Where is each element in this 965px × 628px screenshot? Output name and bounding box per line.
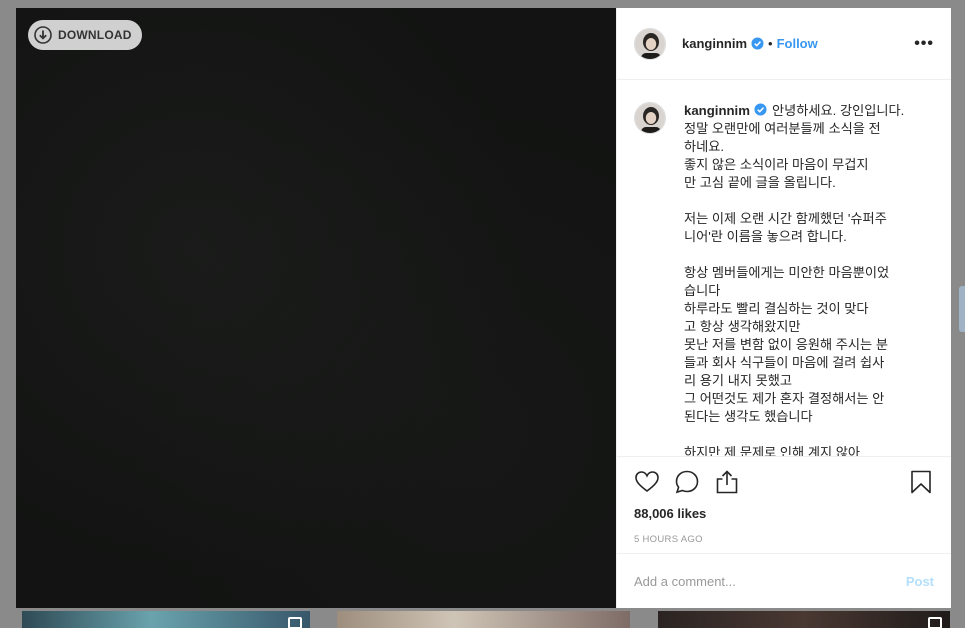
caption-line: 니어'란 이름을 놓으려 합니다.	[684, 229, 847, 244]
post-actions: 88,006 likes 5 HOURS AGO	[617, 456, 951, 545]
post-comment-button[interactable]: Post	[906, 574, 934, 589]
action-icons	[634, 459, 934, 505]
caption-line: 좋지 않은 소식이라 마음이 무겁지	[684, 157, 869, 172]
caption-line: 안녕하세요. 강인입니다.	[771, 103, 905, 118]
header-user-info: kanginnim • Follow	[682, 36, 914, 51]
avatar-image	[635, 103, 665, 133]
caption-username[interactable]: kanginnim	[684, 103, 750, 118]
follow-button[interactable]: Follow	[777, 36, 818, 51]
video-icon	[928, 617, 942, 628]
caption-line: 들과 회사 식구들이 마음에 걸려 쉽사	[684, 355, 885, 370]
more-icon[interactable]: •••	[914, 35, 934, 53]
caption-gap	[684, 246, 924, 264]
avatar-image	[635, 28, 665, 59]
post-sidebar: kanginnim • Follow ••• kanginnim 안녕하세요. …	[616, 8, 951, 608]
caption-line: 만 고심 끝에 글을 올립니다.	[684, 175, 836, 190]
verified-badge-icon	[754, 103, 767, 116]
verified-badge-icon	[751, 37, 764, 50]
caption-first-line: kanginnim 안녕하세요. 강인입니다.	[684, 102, 924, 120]
caption-line: 그 어떤것도 제가 혼자 결정해서는 안	[684, 391, 885, 406]
caption-line: 된다는 생각도 했습니다	[684, 409, 813, 424]
post-timestamp[interactable]: 5 HOURS AGO	[634, 534, 934, 545]
caption-line: 하루라도 빨리 결심하는 것이 맞다	[684, 301, 869, 316]
download-label: DOWNLOAD	[58, 28, 132, 42]
comment-form: Post	[617, 553, 951, 608]
caption-line: 정말 오랜만에 여러분들께 소식을 전	[684, 121, 881, 136]
caption-line: 하지만 제 문제로 인해 계지 않아	[684, 445, 861, 456]
video-icon	[288, 617, 302, 628]
background-thumbnail[interactable]	[337, 611, 630, 628]
download-button[interactable]: DOWNLOAD	[28, 20, 142, 50]
bookmark-icon[interactable]	[908, 469, 934, 495]
caption-line: 습니다	[684, 283, 721, 298]
caption-line: 저는 이제 오랜 시간 함께했던 '슈퍼주	[684, 211, 887, 226]
caption-line: 고 항상 생각해왔지만	[684, 319, 801, 334]
username-link[interactable]: kanginnim	[682, 36, 747, 51]
caption-line: 항상 멤버들에게는 미안한 마음뿐이었	[684, 265, 890, 280]
avatar[interactable]	[634, 27, 666, 60]
caption-gap	[684, 426, 924, 444]
background-thumbnail[interactable]	[22, 611, 310, 628]
caption-area[interactable]: kanginnim 안녕하세요. 강인입니다. 정말 오랜만에 여러분들께 소식을…	[617, 80, 951, 456]
post-media[interactable]: DOWNLOAD	[16, 8, 616, 608]
background-thumbnail[interactable]	[658, 611, 950, 628]
separator-dot: •	[768, 36, 773, 51]
caption-line: 리 용기 내지 못했고	[684, 373, 793, 388]
post-header: kanginnim • Follow •••	[617, 8, 951, 80]
caption-line: 못난 저를 변함 없이 응원해 주시는 분	[684, 337, 888, 352]
post-modal: DOWNLOAD kanginnim • Follow ••• kanginni…	[16, 8, 951, 608]
comment-input[interactable]	[634, 573, 906, 589]
media-image	[16, 8, 616, 608]
comment-icon[interactable]	[674, 469, 700, 495]
next-arrow-edge[interactable]	[959, 286, 965, 332]
likes-count[interactable]: 88,006 likes	[634, 506, 934, 521]
download-icon	[34, 26, 52, 44]
heart-icon[interactable]	[634, 469, 660, 495]
share-icon[interactable]	[714, 469, 740, 495]
caption-text: kanginnim 안녕하세요. 강인입니다. 정말 오랜만에 여러분들께 소식을…	[684, 102, 924, 456]
caption-gap	[684, 192, 924, 210]
caption-line: 하네요.	[684, 139, 725, 154]
caption-avatar[interactable]	[634, 102, 666, 134]
